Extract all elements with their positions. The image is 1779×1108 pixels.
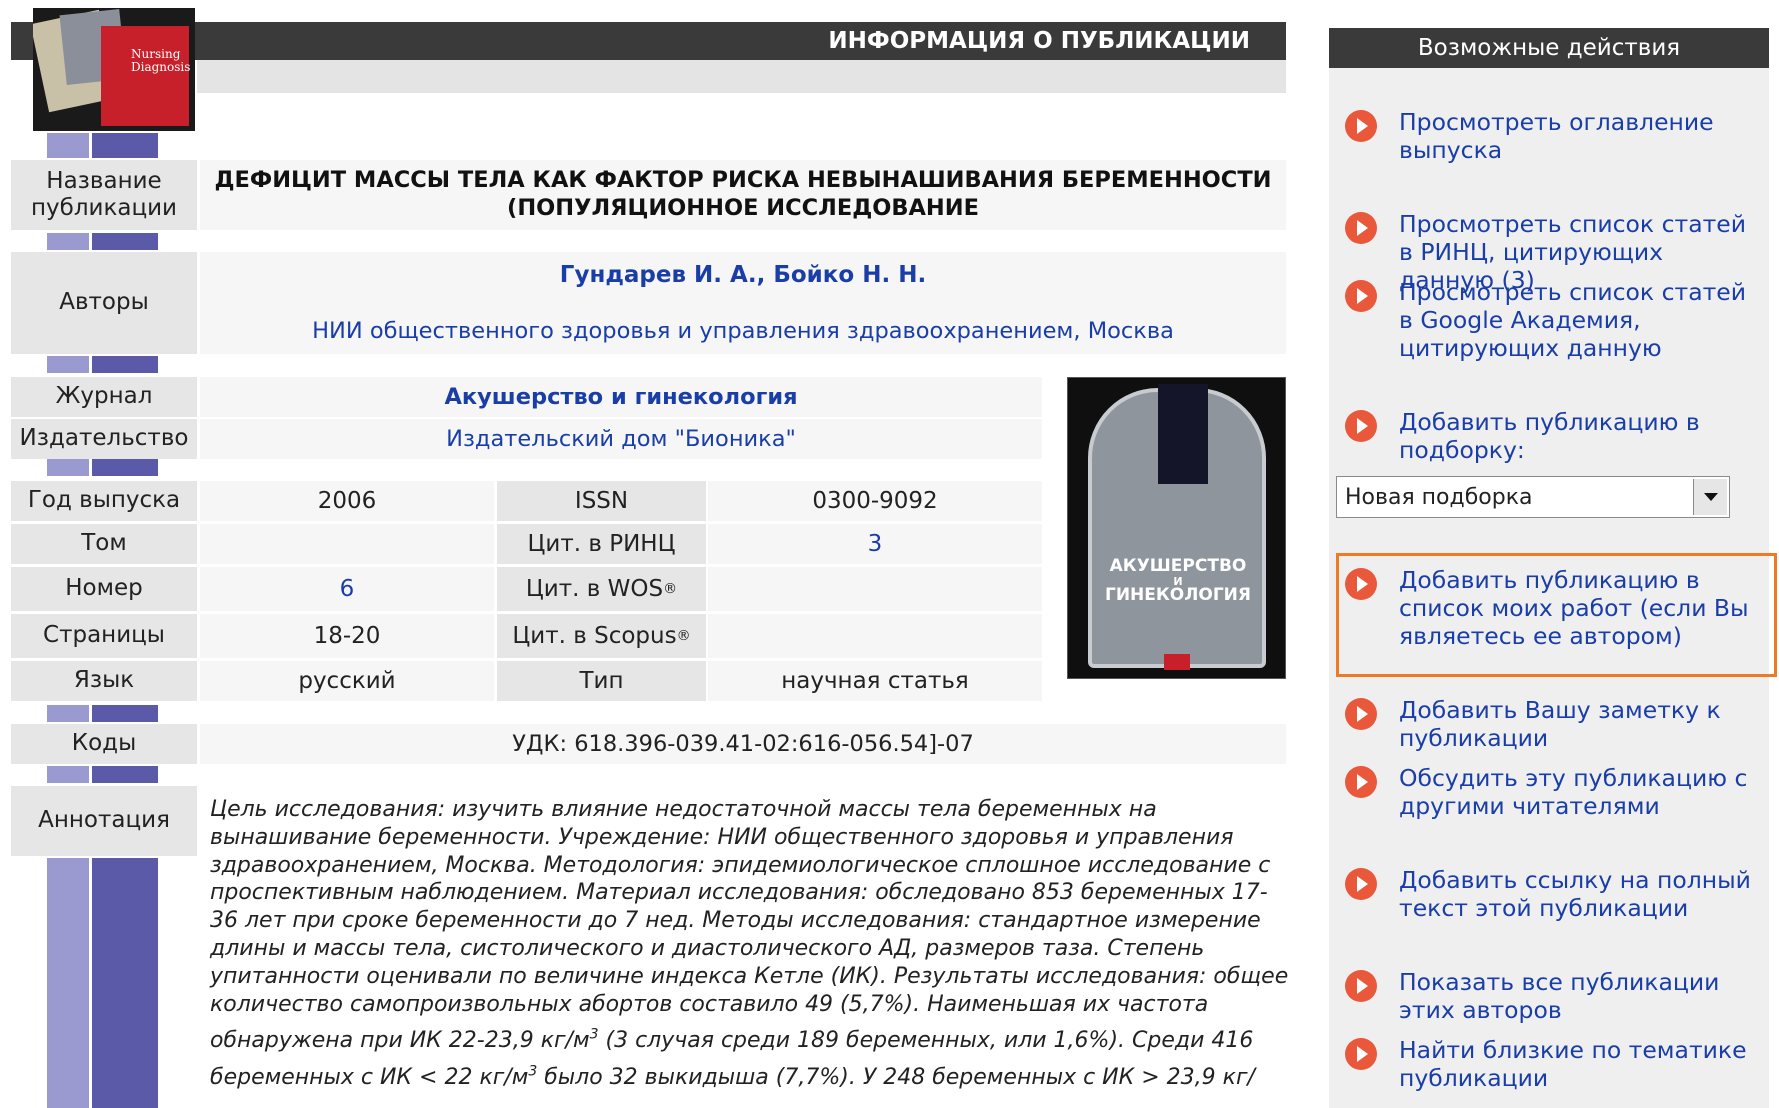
label-title: Название публикации — [11, 160, 197, 230]
label-language: Язык — [11, 661, 197, 701]
abstract-line: проспективным наблюдением. Материал иссл… — [210, 880, 1268, 906]
header-sub-bar — [197, 60, 1286, 93]
page-header-title: ИНФОРМАЦИЯ О ПУБЛИКАЦИИ — [828, 28, 1250, 54]
arrow-circle-icon — [1345, 280, 1377, 312]
action-add-to-collection[interactable]: Добавить публикацию в подборку: — [1345, 408, 1765, 464]
action-find-similar[interactable]: Найти близкие по тематике публикации — [1345, 1036, 1765, 1092]
abstract-line: упитанности оценивали по величине индекс… — [210, 963, 1289, 989]
abstract-sup-2: 3 — [528, 1063, 538, 1080]
collection-select[interactable]: Новая подборка — [1336, 476, 1730, 518]
label-scopus: Цит. в Scopus ® — [497, 614, 706, 658]
label-abstract: Аннотация — [11, 786, 197, 856]
type-value: научная статья — [781, 668, 969, 694]
codes-value: УДК: 618.396-039.41-02:616-056.54]-07 — [512, 731, 974, 757]
action-discuss[interactable]: Обсудить эту публикацию с другими читате… — [1345, 764, 1765, 820]
action-label: Просмотреть список статей в Google Акаде… — [1399, 278, 1747, 362]
action-label: Обсудить эту публикацию с другими читате… — [1399, 764, 1748, 820]
action-label: Добавить Вашу заметку к публикации — [1399, 696, 1721, 752]
arrow-circle-icon — [1345, 698, 1377, 730]
label-codes: Коды — [11, 724, 197, 764]
arrow-circle-icon — [1345, 110, 1377, 142]
abstract-line: Цель исследования: изучить влияние недос… — [210, 797, 1157, 822]
abstract-line: обнаружена при ИК 22-23,9 кг/м3 (3 случа… — [210, 1027, 1290, 1055]
label-wos: Цит. в WOS ® — [497, 567, 706, 611]
arrow-circle-icon — [1345, 410, 1377, 442]
label-authors: Авторы — [11, 252, 197, 354]
abstract-line-9b: (3 случая среди 189 беременных, или 1,6%… — [598, 1028, 1254, 1054]
wos-bg — [708, 567, 1042, 611]
affiliation-link[interactable]: НИИ общественного здоровья и управления … — [200, 318, 1286, 344]
abstract-line: количество самопроизвольных абортов сост… — [210, 991, 1209, 1017]
action-label: Добавить ссылку на полный текст этой пуб… — [1399, 866, 1751, 922]
publisher-link[interactable]: Издательский дом "Бионика" — [200, 419, 1042, 459]
abstract-line: вынашивание беременности. Учреждение: НИ… — [210, 824, 1234, 850]
abstract-text: Цель исследования: изучить влияние недос… — [210, 796, 1290, 1092]
abstract-line: здравоохранением, Москва. Методология: э… — [210, 852, 1271, 878]
publication-title: ДЕФИЦИТ МАССЫ ТЕЛА КАК ФАКТОР РИСКА НЕВЫ… — [200, 166, 1286, 222]
abstract-line-10b: было 32 выкидыша (7,7%). У 248 беременны… — [537, 1065, 1255, 1091]
abstract-line-10a: беременных с ИК < 22 кг/м — [210, 1065, 529, 1091]
arrow-circle-icon — [1345, 868, 1377, 900]
arrow-circle-icon — [1345, 970, 1377, 1002]
label-issue: Номер — [11, 567, 197, 611]
cover-text-1: АКУШЕРСТВО — [1109, 556, 1247, 576]
arrow-circle-icon — [1345, 212, 1377, 244]
rinc-count-link[interactable]: 3 — [708, 524, 1042, 564]
label-volume: Том — [11, 524, 197, 564]
arrow-circle-icon — [1345, 568, 1377, 600]
journal-cover-image[interactable]: АКУШЕРСТВО И ГИНЕКОЛОГИЯ — [1067, 377, 1286, 679]
collection-select-value: Новая подборка — [1345, 485, 1533, 510]
action-label: Просмотреть оглавление выпуска — [1399, 108, 1714, 164]
abstract-line: длины и массы тела, систолического и диа… — [210, 935, 1205, 961]
cover-text-3: ГИНЕКОЛОГИЯ — [1105, 585, 1251, 606]
abstract-line: беременных с ИК < 22 кг/м3 было 32 выкид… — [210, 1064, 1290, 1092]
abstract-sup-1: 3 — [589, 1027, 599, 1044]
language-value: русский — [298, 668, 396, 694]
label-journal: Журнал — [11, 377, 197, 417]
arrow-circle-icon — [1345, 766, 1377, 798]
pages-value: 18-20 — [313, 623, 381, 649]
action-view-google-citations[interactable]: Просмотреть список статей в Google Акаде… — [1345, 278, 1765, 362]
chevron-down-icon[interactable] — [1693, 479, 1727, 515]
action-add-fulltext-link[interactable]: Добавить ссылку на полный текст этой пуб… — [1345, 866, 1765, 922]
scopus-bg — [708, 614, 1042, 658]
publication-title-line-2: (ПОПУЛЯЦИОННОЕ ИССЛЕДОВАНИЕ — [507, 195, 979, 221]
label-scopus-text: Цит. в Scopus — [512, 623, 677, 649]
logo-text-2: Diagnosis — [131, 60, 191, 75]
label-rinc: Цит. в РИНЦ — [497, 524, 706, 564]
action-add-to-my-works[interactable]: Добавить публикацию в список моих работ … — [1345, 566, 1765, 650]
action-label: Показать все публикации этих авторов — [1399, 968, 1720, 1024]
label-year: Год выпуска — [11, 481, 197, 521]
label-wos-text: Цит. в WOS — [525, 576, 664, 602]
journal-link[interactable]: Акушерство и гинекология — [200, 377, 1042, 417]
action-label: Добавить публикацию в подборку: — [1399, 408, 1700, 464]
action-label: Добавить публикацию в список моих работ … — [1399, 566, 1749, 650]
label-issn: ISSN — [497, 481, 706, 521]
label-pages: Страницы — [11, 614, 197, 658]
arrow-circle-icon — [1345, 1038, 1377, 1070]
abstract-line-9a: обнаружена при ИК 22-23,9 кг/м — [210, 1028, 590, 1054]
actions-panel-title: Возможные действия — [1329, 28, 1769, 68]
action-label: Найти близкие по тематике публикации — [1399, 1036, 1747, 1092]
action-show-author-publications[interactable]: Показать все публикации этих авторов — [1345, 968, 1765, 1024]
label-publisher: Издательство — [11, 419, 197, 459]
action-add-note[interactable]: Добавить Вашу заметку к публикации — [1345, 696, 1765, 752]
issn-value: 0300-9092 — [812, 488, 938, 514]
action-view-toc[interactable]: Просмотреть оглавление выпуска — [1345, 108, 1765, 164]
issue-link[interactable]: 6 — [200, 567, 494, 611]
publication-title-line-1: ДЕФИЦИТ МАССЫ ТЕЛА КАК ФАКТОР РИСКА НЕВЫ… — [214, 167, 1272, 193]
year-value: 2006 — [317, 488, 377, 514]
volume-value — [200, 524, 494, 564]
label-type: Тип — [497, 661, 706, 701]
abstract-line: 36 лет при сроке беременности до 7 нед. … — [210, 908, 1261, 934]
logo-image: Nursing Diagnosis — [33, 8, 195, 131]
authors-link[interactable]: Гундарев И. А., Бойко Н. Н. — [200, 262, 1286, 288]
